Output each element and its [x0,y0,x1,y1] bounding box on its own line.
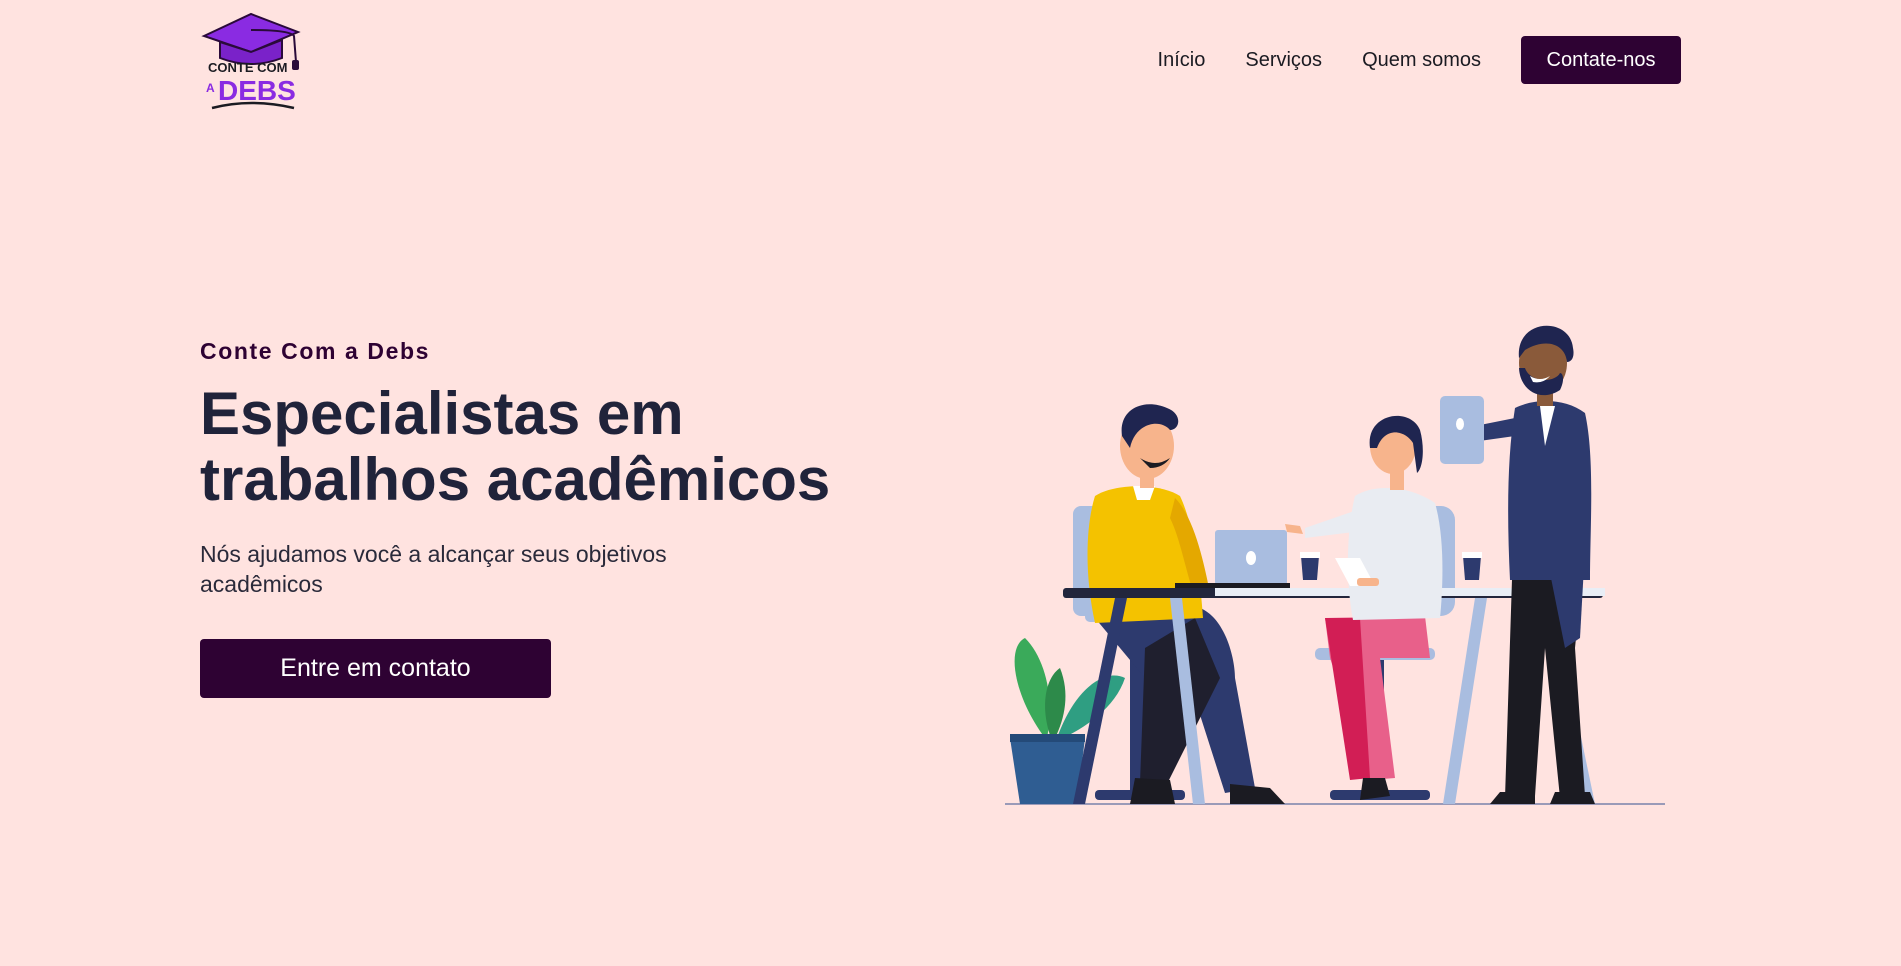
team-meeting-illustration [985,318,1665,808]
site-header: CONTE COM A DEBS Início Serviços Quem so… [0,0,1901,120]
main-nav: Início Serviços Quem somos Contate-nos [1158,36,1681,84]
svg-text:DEBS: DEBS [218,75,296,106]
hero-eyebrow: Conte Com a Debs [200,338,431,364]
svg-text:CONTE COM: CONTE COM [208,60,287,75]
hero-section: Conte Com a Debs Especialistas em trabal… [200,338,900,698]
contact-us-button[interactable]: Contate-nos [1521,36,1681,84]
hero-headline-line2: trabalhos acadêmicos [200,446,831,513]
hero-subtext: Nós ajudamos você a alcançar seus objeti… [200,541,667,597]
hero-headline: Especialistas em trabalhos acadêmicos [200,381,900,513]
graduation-cap-icon: CONTE COM A DEBS [201,12,301,110]
hero-headline-line1: Especialistas em [200,380,684,447]
svg-text:A: A [206,81,215,95]
brand-logo[interactable]: CONTE COM A DEBS [198,10,304,114]
nav-link-inicio[interactable]: Início [1158,49,1206,72]
get-in-touch-button[interactable]: Entre em contato [200,639,551,698]
nav-link-quem-somos[interactable]: Quem somos [1362,49,1481,72]
nav-link-servicos[interactable]: Serviços [1245,49,1322,72]
